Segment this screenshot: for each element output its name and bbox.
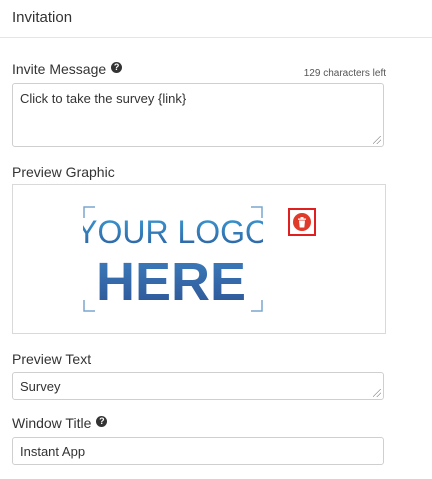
preview-text-value: Survey [20, 379, 61, 394]
help-icon[interactable]: ? [111, 61, 123, 73]
window-title-input[interactable]: Instant App [12, 437, 384, 465]
invite-message-textarea[interactable]: Click to take the survey {link} [12, 83, 384, 147]
section-divider [0, 37, 432, 38]
delete-graphic-button[interactable] [288, 208, 316, 236]
logo-line-2: HERE [96, 252, 246, 312]
logo-line-1: YOUR LOGO [83, 214, 263, 250]
invite-message-value: Click to take the survey {link} [20, 91, 187, 106]
logo-placeholder-image: YOUR LOGO HERE [83, 206, 263, 312]
preview-text-textarea[interactable]: Survey [12, 372, 384, 400]
invite-message-label-row: Invite Message ? [12, 61, 123, 77]
invite-message-label: Invite Message [12, 61, 107, 77]
window-title-label: Window Title [12, 415, 92, 431]
resize-grip-icon[interactable] [373, 136, 381, 144]
window-title-label-row: Window Title ? [12, 415, 108, 431]
preview-text-label: Preview Text [12, 351, 92, 367]
window-title-value: Instant App [20, 444, 86, 459]
section-title: Invitation [12, 9, 73, 26]
trash-icon [293, 213, 311, 231]
frame-corner-bottom-right [251, 300, 263, 312]
help-icon[interactable]: ? [96, 415, 108, 427]
characters-left-counter: 129 characters left [303, 68, 386, 79]
resize-grip-icon[interactable] [373, 389, 381, 397]
preview-graphic-label: Preview Graphic [12, 164, 115, 180]
frame-corner-bottom-left [83, 300, 95, 312]
preview-graphic-box: YOUR LOGO HERE [12, 184, 386, 334]
